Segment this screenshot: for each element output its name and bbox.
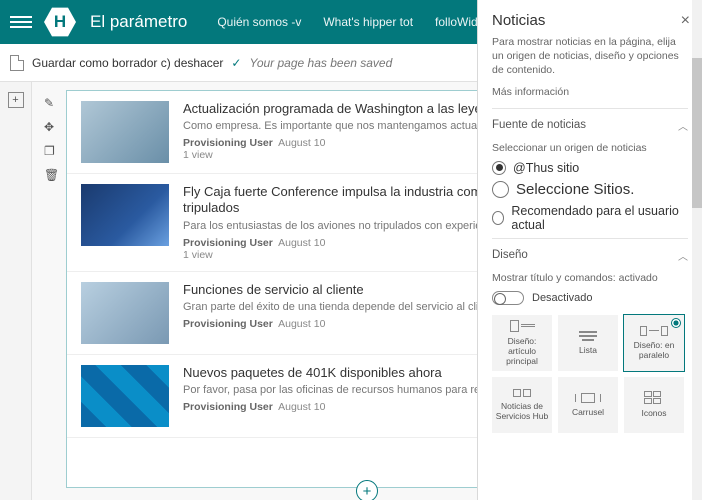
source-label: Seleccionar un origen de noticias	[492, 142, 688, 154]
chevron-up-icon: ︿	[678, 248, 688, 263]
radio-icon	[492, 211, 504, 225]
site-logo[interactable]: H	[44, 6, 76, 38]
move-icon[interactable]: ✥	[44, 120, 59, 134]
add-webpart-icon[interactable]: +	[356, 480, 378, 500]
page-icon	[10, 55, 24, 71]
edit-icon[interactable]: ✎	[44, 96, 59, 110]
nav-item[interactable]: What's hipper tot	[323, 15, 413, 29]
layout-side-by-side[interactable]: Diseño: en paralelo	[624, 315, 684, 371]
layout-tiles[interactable]: Iconos	[624, 377, 684, 433]
news-thumbnail	[81, 184, 169, 246]
title-toggle[interactable]: Desactivado	[492, 291, 688, 305]
save-draft-button[interactable]: Guardar como borrador c) deshacer	[32, 56, 223, 70]
chevron-up-icon: ︿	[678, 118, 688, 133]
delete-icon[interactable]: 🗑	[44, 168, 59, 182]
panel-desc: Para mostrar noticias en la página, elij…	[492, 35, 688, 78]
close-icon[interactable]: ×	[681, 12, 690, 30]
toggle-switch-icon	[492, 291, 524, 305]
webpart-toolbar: ✎ ✥ ❐ 🗑	[44, 96, 59, 182]
site-title[interactable]: El parámetro	[90, 12, 187, 32]
section-header-source[interactable]: Fuente de noticias︿	[492, 108, 688, 140]
check-icon: ✓	[231, 56, 241, 70]
scrollbar-thumb[interactable]	[692, 58, 702, 208]
hamburger-menu-icon[interactable]	[10, 16, 32, 28]
save-status: Your page has been saved	[249, 56, 392, 70]
radio-icon	[492, 181, 509, 198]
layout-options: Diseño: artículo principal Lista Diseño:…	[492, 315, 688, 433]
duplicate-icon[interactable]: ❐	[44, 144, 59, 158]
side-toolbox: +	[0, 82, 32, 500]
layout-hub-news[interactable]: Noticias de Servicios Hub	[492, 377, 552, 433]
radio-select-sites[interactable]: Seleccione Sitios.	[492, 181, 688, 198]
more-info-link[interactable]: Más información	[492, 86, 688, 98]
nav-item[interactable]: Quién somos -v	[217, 15, 301, 29]
radio-recommended[interactable]: Recomendado para el usuario actual	[492, 204, 688, 232]
radio-this-site[interactable]: @Thus sitio	[492, 161, 688, 175]
property-panel: × Noticias Para mostrar noticias en la p…	[477, 0, 702, 500]
section-header-layout[interactable]: Diseño︿	[492, 238, 688, 270]
layout-top-story[interactable]: Diseño: artículo principal	[492, 315, 552, 371]
radio-icon	[492, 161, 506, 175]
layout-list[interactable]: Lista	[558, 315, 618, 371]
panel-title: Noticias	[492, 12, 688, 29]
layout-carousel[interactable]: Carrusel	[558, 377, 618, 433]
news-thumbnail	[81, 282, 169, 344]
news-thumbnail	[81, 101, 169, 163]
news-thumbnail	[81, 365, 169, 427]
toggle-label: Mostrar título y comandos: activado	[492, 272, 688, 284]
add-section-icon[interactable]: +	[8, 92, 24, 108]
